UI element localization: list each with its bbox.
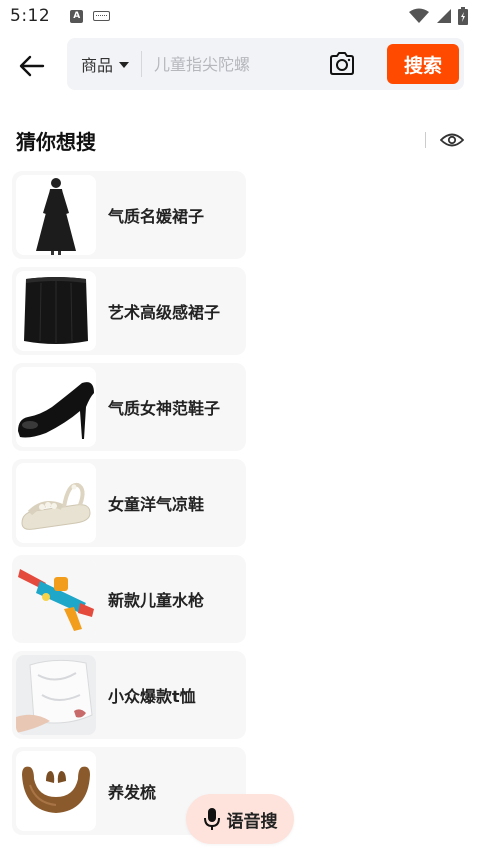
category-label: 商品	[81, 56, 114, 75]
status-notifications: A	[70, 9, 111, 23]
camera-search-button[interactable]	[328, 51, 356, 77]
wifi-icon	[409, 8, 429, 23]
keyboard-icon	[93, 11, 111, 21]
notification-a-icon: A	[70, 9, 84, 23]
section-tools	[425, 132, 464, 148]
suggestion-label: 女童洋气凉鞋	[108, 495, 205, 514]
search-button[interactable]: 搜索	[387, 44, 459, 84]
voice-search-label: 语音搜	[226, 811, 278, 832]
guess-section-header: 猜你想搜	[16, 124, 464, 156]
voice-search-button[interactable]: 语音搜	[186, 794, 294, 844]
category-dropdown[interactable]: 商品	[67, 38, 141, 90]
girls-sandal-image	[16, 463, 96, 543]
suggestion-label: 气质女神范鞋子	[108, 399, 221, 418]
black-high-heel-image	[16, 367, 96, 447]
status-bar: 5:12 A	[0, 0, 480, 32]
back-button[interactable]	[16, 50, 48, 82]
battery-icon	[458, 7, 468, 25]
suggestion-item[interactable]: 气质名媛裙子	[12, 171, 246, 259]
caret-down-icon	[119, 62, 130, 68]
status-time: 5:12	[10, 6, 51, 26]
back-arrow-icon	[19, 55, 45, 77]
water-gun-image	[16, 559, 96, 639]
suggestion-label: 养发梳	[108, 783, 157, 802]
search-divider	[141, 51, 143, 77]
suggestion-item[interactable]: 新款儿童水枪	[12, 555, 246, 643]
search-input[interactable]	[154, 54, 315, 74]
white-tshirt-image	[16, 655, 96, 735]
suggestion-label: 新款儿童水枪	[108, 591, 205, 610]
status-system-icons	[408, 7, 468, 25]
suggestion-item[interactable]: 气质女神范鞋子	[12, 363, 246, 451]
wooden-comb-image	[16, 751, 96, 831]
suggestion-label: 气质名媛裙子	[108, 207, 205, 226]
suggestion-item[interactable]: 小众爆款t恤	[12, 651, 246, 739]
camera-icon	[330, 52, 354, 75]
black-dress-image	[16, 175, 96, 255]
suggestion-label: 艺术高级感裙子	[108, 303, 221, 322]
section-divider	[425, 132, 426, 148]
search-header: 商品 搜索	[0, 38, 480, 92]
microphone-icon	[203, 808, 220, 830]
signal-icon	[437, 9, 451, 23]
section-title: 猜你想搜	[16, 129, 96, 154]
suggestion-item[interactable]: 艺术高级感裙子	[12, 267, 246, 355]
black-skirt-image	[16, 271, 96, 351]
eye-toggle-icon[interactable]	[440, 132, 464, 148]
search-box: 商品 搜索	[67, 38, 464, 90]
suggestion-label: 小众爆款t恤	[108, 687, 196, 706]
suggestion-list: 气质名媛裙子 艺术高级感裙子 气质女神范鞋子 女童洋气凉鞋 新款儿童水枪 小众爆…	[12, 171, 246, 843]
suggestion-item[interactable]: 女童洋气凉鞋	[12, 459, 246, 547]
